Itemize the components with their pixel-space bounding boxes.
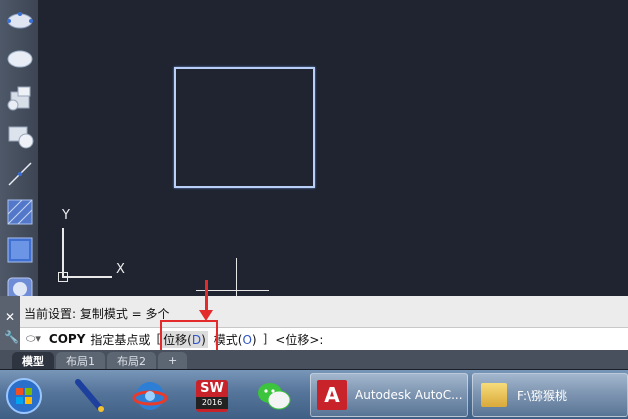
- ucs-origin-box: [58, 272, 68, 282]
- solidworks-year: 2016: [196, 397, 228, 409]
- ucs-y-axis: [62, 228, 64, 278]
- command-recent-icon[interactable]: ⬭▾: [26, 332, 41, 346]
- ellipse-arc-icon[interactable]: [4, 4, 36, 36]
- pen-tool-icon[interactable]: [70, 376, 110, 416]
- insert-block-icon[interactable]: [4, 82, 36, 114]
- tab-layout2[interactable]: 布局2: [107, 352, 156, 369]
- ucs-x-label: X: [116, 262, 125, 277]
- line-icon[interactable]: [4, 158, 36, 190]
- wechat-icon[interactable]: [254, 376, 294, 416]
- command-window-grip[interactable]: ✕ 🔧: [0, 296, 20, 350]
- make-block-icon[interactable]: [4, 120, 36, 152]
- 3d-app-icon[interactable]: [130, 376, 170, 416]
- taskbar-window-folder[interactable]: F:\猕猴桃: [472, 373, 628, 417]
- tab-add[interactable]: +: [158, 352, 188, 369]
- option-mode[interactable]: 模式(O): [214, 331, 257, 348]
- solidworks-label: SW: [200, 381, 224, 396]
- autocad-icon: A: [317, 380, 347, 410]
- start-orb-icon[interactable]: [4, 376, 44, 416]
- ucs-y-label: Y: [62, 208, 70, 223]
- command-history-line: 当前设置: 复制模式 = 多个: [24, 307, 170, 321]
- annotation-arrow-shaft: [205, 280, 208, 314]
- command-prompt: 指定基点或: [90, 332, 151, 347]
- ucs-x-axis: [62, 276, 112, 278]
- ellipse-icon[interactable]: [4, 42, 36, 74]
- tab-layout1[interactable]: 布局1: [56, 352, 105, 369]
- command-name: COPY: [48, 332, 86, 346]
- hatch-icon[interactable]: [4, 196, 36, 228]
- annotation-highlight-box: [160, 320, 218, 353]
- gradient-icon[interactable]: [4, 234, 36, 266]
- cursor-crosshair-vertical: [236, 258, 237, 298]
- folder-icon: [481, 383, 507, 407]
- solidworks-icon[interactable]: SW 2016: [192, 376, 232, 416]
- command-input-line[interactable]: ⬭▾ COPY 指定基点或 [ 位移(D) 模式(O) ] <位移>:: [20, 327, 628, 350]
- draw-toolbar: [0, 0, 39, 301]
- customize-wrench-icon[interactable]: 🔧: [4, 330, 19, 344]
- autocad-window-label: Autodesk AutoC...: [355, 388, 463, 402]
- command-default-option: <位移>:: [275, 332, 324, 347]
- tab-model[interactable]: 模型: [12, 352, 54, 369]
- option-bracket-close: ]: [262, 332, 268, 346]
- folder-window-label: F:\猕猴桃: [517, 388, 568, 403]
- option-mode-key: O: [242, 332, 252, 347]
- close-icon[interactable]: ✕: [5, 310, 15, 324]
- layout-tabs: 模型 布局1 布局2 +: [0, 350, 628, 369]
- taskbar-window-autocad[interactable]: A Autodesk AutoC...: [310, 373, 468, 417]
- drawn-rectangle[interactable]: [174, 67, 315, 188]
- drawing-canvas[interactable]: Y X: [38, 0, 628, 300]
